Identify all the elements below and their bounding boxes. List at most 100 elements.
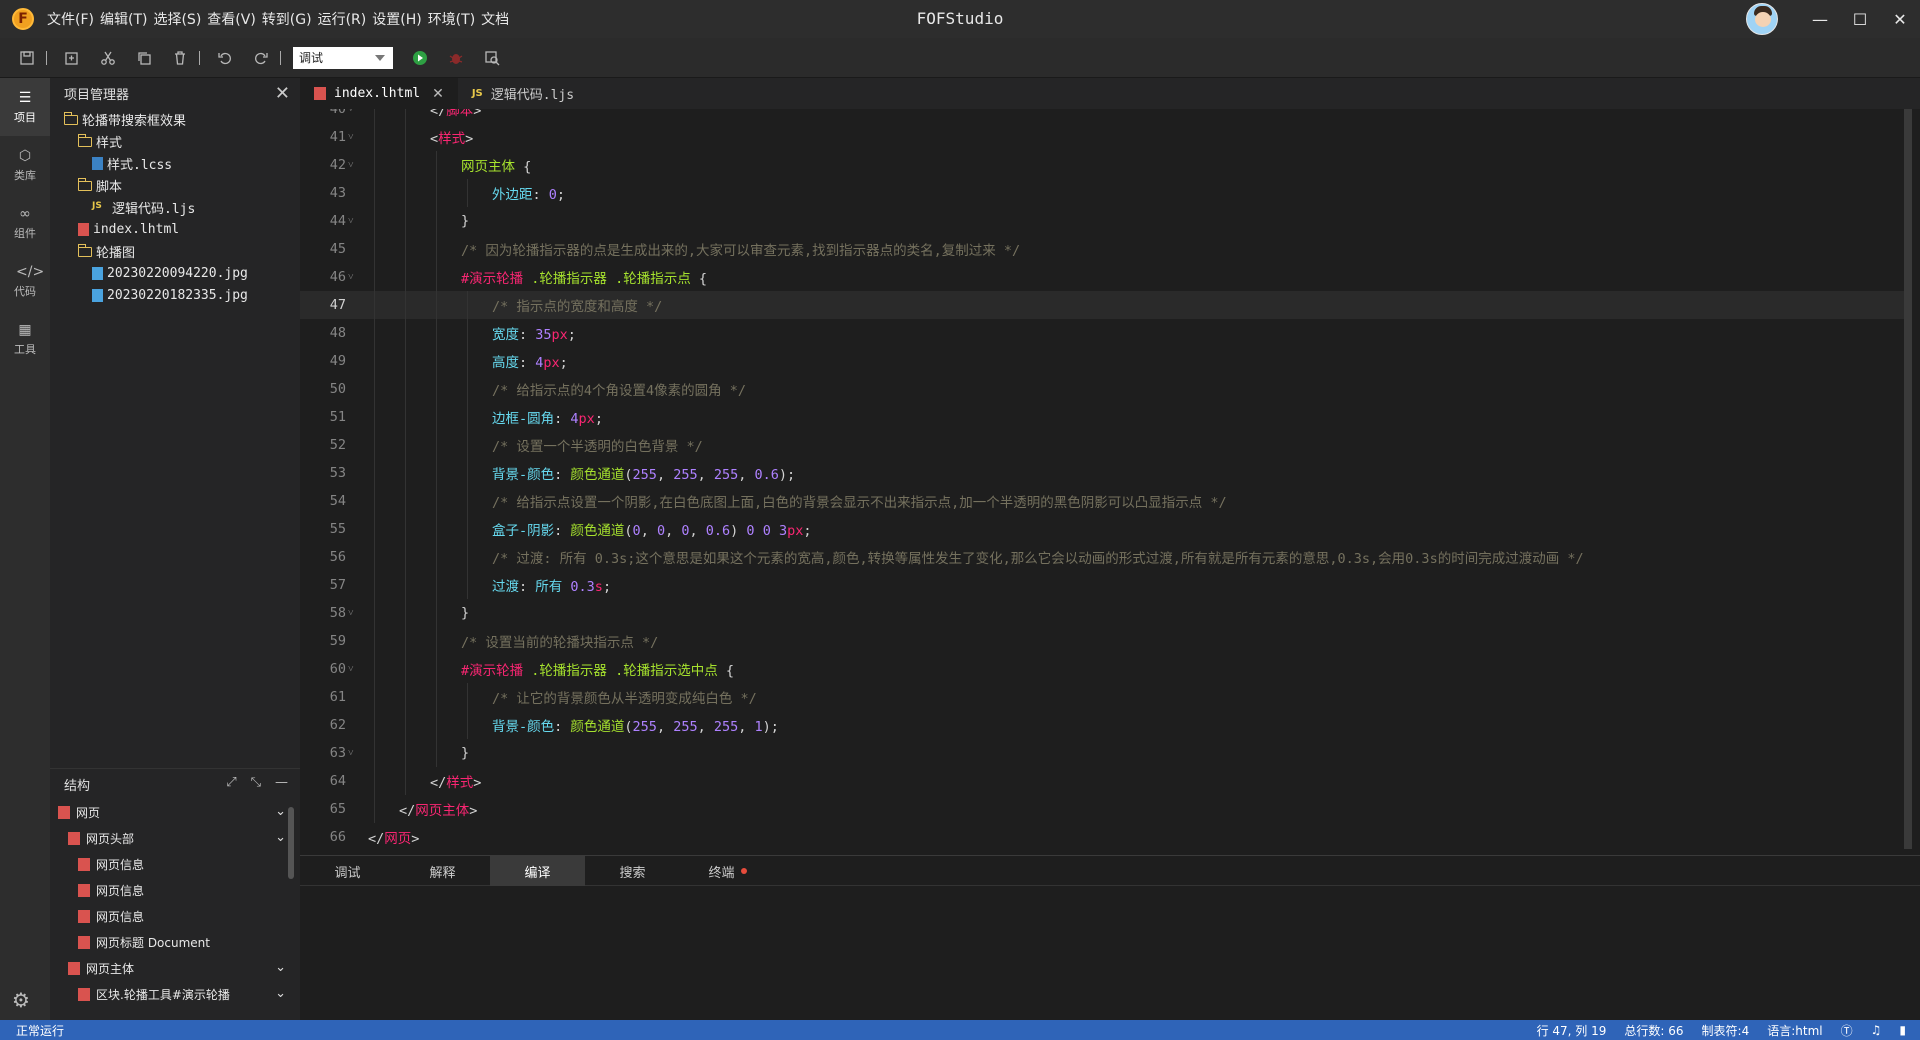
- fold-chevron-icon[interactable]: ˅: [346, 608, 358, 619]
- fold-chevron-icon[interactable]: ˅: [346, 216, 358, 227]
- code-line[interactable]: 62 背景-颜色: 颜色通道(255, 255, 255, 1);: [300, 711, 1910, 739]
- output-tab[interactable]: 解释: [395, 856, 490, 886]
- chevron-down-icon[interactable]: ⌄: [275, 986, 286, 1001]
- output-tab[interactable]: 终端: [680, 856, 775, 886]
- code-line[interactable]: 54 /* 给指示点设置一个阴影,在白色底图上面,白色的背景会显示不出来指示点,加…: [300, 487, 1910, 515]
- code-line[interactable]: 59 /* 设置当前的轮播块指示点 */: [300, 627, 1910, 655]
- tree-item[interactable]: 20230220182335.jpg: [64, 284, 300, 306]
- fold-chevron-icon[interactable]: ˅: [346, 748, 358, 759]
- debug-bug-icon[interactable]: [443, 45, 469, 71]
- output-tab[interactable]: 编译: [490, 856, 585, 886]
- structure-node[interactable]: 网页信息: [50, 877, 300, 903]
- code-line[interactable]: 53 背景-颜色: 颜色通道(255, 255, 255, 0.6);: [300, 459, 1910, 487]
- tab-size[interactable]: 制表符:4: [1702, 1022, 1750, 1039]
- menu-item[interactable]: 编辑(T): [97, 9, 150, 29]
- redo-icon[interactable]: [248, 45, 274, 71]
- structure-node[interactable]: 网页信息: [50, 851, 300, 877]
- inspect-icon[interactable]: [479, 45, 505, 71]
- settings-gear-icon[interactable]: ⚙: [12, 988, 30, 1012]
- structure-node[interactable]: 网页信息: [50, 903, 300, 929]
- structure-node[interactable]: 网页头部 ⌄: [50, 825, 300, 851]
- structure-node[interactable]: 网页主体 ⌄: [50, 955, 300, 981]
- code-line[interactable]: 52 /* 设置一个半透明的白色背景 */: [300, 431, 1910, 459]
- code-line[interactable]: 51 边框-圆角: 4px;: [300, 403, 1910, 431]
- code-line[interactable]: 64 </样式>: [300, 767, 1910, 795]
- menu-item[interactable]: 文档: [478, 9, 512, 29]
- expand-icon[interactable]: ⤢: [226, 775, 236, 790]
- fold-chevron-icon[interactable]: ˅: [346, 664, 358, 675]
- code-line[interactable]: 56 /* 过渡: 所有 0.3s;这个意思是如果这个元素的宽高,颜色,转换等属性…: [300, 543, 1910, 571]
- code-line[interactable]: 41 ˅ <样式>: [300, 123, 1910, 151]
- structure-node[interactable]: 网页 ⌄: [50, 799, 300, 825]
- code-line[interactable]: 45 /* 因为轮播指示器的点是生成出来的,大家可以审查元素,找到指示器点的类名,…: [300, 235, 1910, 263]
- code-line[interactable]: 63 ˅}: [300, 739, 1910, 767]
- close-panel-icon[interactable]: ✕: [275, 83, 290, 104]
- menu-item[interactable]: 选择(S): [150, 9, 204, 29]
- code-line[interactable]: 61 /* 让它的背景颜色从半透明变成纯白色 */: [300, 683, 1910, 711]
- fold-chevron-icon[interactable]: ˅: [346, 160, 358, 171]
- tree-item[interactable]: 20230220094220.jpg: [64, 262, 300, 284]
- activity-tools[interactable]: ▦ 工具: [0, 310, 50, 368]
- chevron-down-icon[interactable]: ⌄: [275, 804, 286, 819]
- undo-icon[interactable]: [212, 45, 238, 71]
- bell-icon[interactable]: ♫: [1871, 1023, 1882, 1037]
- code-line[interactable]: 60 ˅ #演示轮播 .轮播指示器 .轮播指示选中点 {: [300, 655, 1910, 683]
- cut-icon[interactable]: [95, 45, 121, 71]
- chevron-down-icon[interactable]: ⌄: [275, 830, 286, 845]
- tree-item[interactable]: 样式.lcss: [64, 152, 300, 174]
- tab-logic[interactable]: JS 逻辑代码.ljs: [458, 78, 588, 109]
- code-line[interactable]: 40 ˅ </脚本>: [300, 109, 1910, 123]
- maximize-button[interactable]: ☐: [1840, 0, 1880, 38]
- run-mode-select[interactable]: 调试: [293, 46, 393, 69]
- code-line[interactable]: 43 外边距: 0;: [300, 179, 1910, 207]
- code-line[interactable]: 58 ˅}: [300, 599, 1910, 627]
- code-editor[interactable]: 40 ˅ </脚本> 41 ˅ <样式> 42 ˅ 网页主体 {43 外边距: 0; 44 ˅} 45/…: [300, 109, 1920, 855]
- code-line[interactable]: 66 </网页>: [300, 823, 1910, 851]
- user-avatar[interactable]: [1746, 3, 1778, 35]
- chevron-down-icon[interactable]: ⌄: [275, 960, 286, 975]
- new-file-icon[interactable]: [59, 45, 85, 71]
- activity-link[interactable]: ∞ 组件: [0, 194, 50, 252]
- code-line[interactable]: 49 高度: 4px;: [300, 347, 1910, 375]
- structure-node[interactable]: 网页标题 Document: [50, 929, 300, 955]
- menu-item[interactable]: 环境(T): [425, 9, 478, 29]
- activity-layers[interactable]: ☰ 项目: [0, 78, 50, 136]
- lock-icon[interactable]: ▮: [1899, 1023, 1906, 1037]
- code-line[interactable]: 48 宽度: 35px;: [300, 319, 1910, 347]
- language-mode[interactable]: 语言:html: [1767, 1022, 1822, 1039]
- save-icon[interactable]: [14, 45, 40, 71]
- editor-scrollbar[interactable]: [1904, 109, 1912, 849]
- code-line[interactable]: 44 ˅}: [300, 207, 1910, 235]
- code-line[interactable]: 55 盒子-阴影: 颜色通道(0, 0, 0, 0.6) 0 0 3px;: [300, 515, 1910, 543]
- tree-item[interactable]: 轮播带搜索框效果: [63, 108, 300, 130]
- structure-node[interactable]: 区块.轮播工具#演示轮播 ⌄: [50, 981, 300, 1007]
- menu-item[interactable]: 运行(R): [315, 9, 370, 29]
- minimize-button[interactable]: —: [1800, 0, 1840, 38]
- run-icon[interactable]: [407, 45, 433, 71]
- tree-item[interactable]: index.lhtml: [64, 218, 300, 240]
- tree-item[interactable]: JS 逻辑代码.ljs: [64, 196, 300, 218]
- close-button[interactable]: ✕: [1880, 0, 1920, 38]
- output-tab[interactable]: 调试: [300, 856, 395, 886]
- fold-chevron-icon[interactable]: ˅: [346, 272, 358, 283]
- collapse-icon[interactable]: ⤡: [251, 775, 261, 790]
- currency-icon[interactable]: Ⓣ: [1841, 1022, 1853, 1039]
- menu-item[interactable]: 文件(F): [44, 9, 97, 29]
- delete-icon[interactable]: [167, 45, 193, 71]
- copy-icon[interactable]: [131, 45, 157, 71]
- activity-code[interactable]: </> 代码: [0, 252, 50, 310]
- tab-index[interactable]: index.lhtml ✕: [300, 78, 458, 109]
- output-tab[interactable]: 搜索: [585, 856, 680, 886]
- fold-chevron-icon[interactable]: ˅: [346, 132, 358, 143]
- tree-item[interactable]: 脚本: [64, 174, 300, 196]
- tree-item[interactable]: 轮播图: [64, 240, 300, 262]
- code-line[interactable]: 42 ˅ 网页主体 {: [300, 151, 1910, 179]
- tree-item[interactable]: 样式: [64, 130, 300, 152]
- structure-scrollbar[interactable]: [288, 807, 294, 879]
- menu-item[interactable]: 设置(H): [369, 9, 424, 29]
- minimize-panel-icon[interactable]: —: [275, 775, 288, 790]
- menu-item[interactable]: 转到(G): [259, 9, 315, 29]
- menu-item[interactable]: 查看(V): [204, 9, 259, 29]
- code-line[interactable]: 47 /* 指示点的宽度和高度 */: [300, 291, 1910, 319]
- code-line[interactable]: 46 ˅ #演示轮播 .轮播指示器 .轮播指示点 {: [300, 263, 1910, 291]
